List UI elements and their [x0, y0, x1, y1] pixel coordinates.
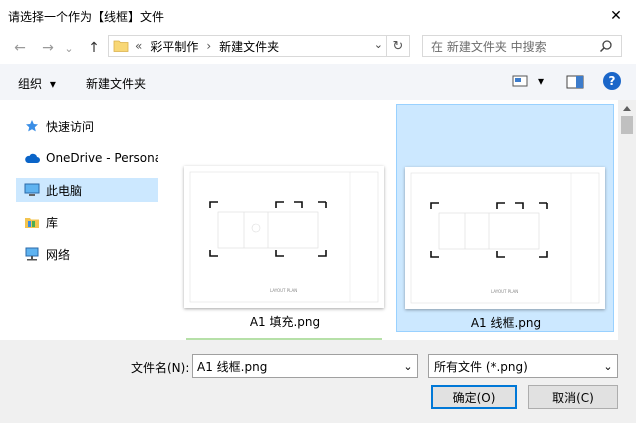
window-title: 请选择一个作为【线框】文件 [8, 10, 165, 24]
filename-label: 文件名(N): [131, 361, 190, 375]
up-button[interactable]: ↑ [84, 38, 104, 58]
cancel-button[interactable]: 取消(C) [528, 385, 618, 409]
file-thumbnail: LAYOUT PLAN [184, 166, 384, 308]
computer-icon [24, 182, 40, 198]
vertical-scrollbar[interactable] [618, 100, 636, 340]
organize-label: 组织 [18, 77, 43, 91]
up-arrow-icon: ↑ [88, 40, 100, 56]
refresh-icon: ↻ [392, 38, 404, 54]
sidebar-item-libraries[interactable]: 库 [16, 210, 158, 234]
filename-dropdown-icon[interactable]: ⌄ [399, 360, 417, 373]
breadcrumb-xinjianwenjianjia[interactable]: 新建文件夹 [219, 38, 279, 55]
organize-button[interactable]: 组织 ▾ [18, 75, 56, 92]
ok-button[interactable]: 确定(O) [431, 385, 517, 409]
filename-field[interactable]: A1 线框.png ⌄ [192, 354, 418, 378]
search-box[interactable]: 在 新建文件夹 中搜索 [422, 35, 622, 57]
breadcrumb-caipingzhizuo[interactable]: 彩平制作 [150, 38, 198, 55]
sidebar-item-label: 此电脑 [46, 183, 83, 198]
sidebar-item-quick-access[interactable]: 快速访问 [16, 114, 158, 138]
svg-text:LAYOUT PLAN: LAYOUT PLAN [491, 289, 518, 294]
sidebar-item-label: 库 [46, 215, 59, 230]
help-icon[interactable]: ? [603, 72, 621, 90]
address-overflow[interactable]: « [135, 39, 142, 53]
dropdown-arrow-icon: ▾ [49, 77, 56, 91]
filename-input[interactable]: A1 线框.png [197, 358, 399, 375]
close-button[interactable]: ✕ [596, 0, 636, 32]
file-name: A1 填充.png [249, 315, 321, 329]
file-thumbnail: LAYOUT PLAN [405, 167, 605, 309]
sidebar-item-network[interactable]: 网络 [16, 242, 158, 266]
search-input[interactable]: 在 新建文件夹 中搜索 [431, 38, 599, 55]
svg-text:LAYOUT PLAN: LAYOUT PLAN [270, 288, 297, 293]
close-icon: ✕ [610, 8, 622, 24]
folder-icon [113, 40, 129, 52]
sidebar-item-this-pc[interactable]: 此电脑 [16, 178, 158, 202]
view-dropdown-icon: ▾ [538, 74, 545, 88]
file-list: LAYOUT PLAN A1 填充.png LAYOUT PLAN A1 线框.… [166, 100, 618, 340]
view-mode-icon [512, 75, 528, 87]
cloud-icon [24, 150, 40, 166]
filetype-dropdown-icon: ⌄ [603, 359, 613, 373]
file-name: A1 线框.png [470, 316, 542, 330]
sidebar-item-label: 网络 [46, 247, 71, 262]
library-icon [24, 214, 40, 230]
file-item-selected[interactable]: LAYOUT PLAN A1 线框.png [396, 104, 614, 332]
filetype-value: 所有文件 (*.png) [434, 359, 528, 374]
new-folder-button[interactable]: 新建文件夹 [86, 75, 146, 92]
sidebar-item-label: OneDrive - Persona [46, 151, 158, 165]
view-button[interactable]: ▾ [512, 74, 544, 88]
breadcrumb-separator-icon[interactable]: › [206, 39, 211, 53]
file-item[interactable]: LAYOUT PLAN A1 填充.png [176, 104, 394, 332]
network-icon [24, 246, 40, 262]
scroll-up-icon[interactable] [618, 100, 636, 116]
address-bar[interactable]: « 彩平制作 › 新建文件夹 ⌄ ↻ [108, 35, 410, 57]
title-bar: 请选择一个作为【线框】文件 ✕ [0, 0, 636, 32]
back-button[interactable]: ← [10, 38, 30, 58]
search-icon[interactable] [599, 39, 613, 53]
address-dropdown-icon[interactable]: ⌄ [374, 38, 383, 51]
floor-plan-thumbnail-icon: LAYOUT PLAN [189, 171, 379, 303]
scroll-thumb[interactable] [621, 116, 633, 134]
command-toolbar: 组织 ▾ 新建文件夹 ▾ ? [0, 64, 636, 100]
recent-locations-button[interactable]: ⌄ [62, 38, 76, 58]
preview-pane-icon[interactable] [566, 75, 584, 89]
star-icon [24, 118, 40, 134]
back-arrow-icon: ← [14, 40, 26, 56]
refresh-button[interactable]: ↻ [386, 36, 409, 56]
sidebar-item-label: 快速访问 [46, 119, 95, 134]
navigation-pane: 快速访问 OneDrive - Persona 此电脑 库 网络 [0, 104, 166, 340]
forward-button[interactable]: → [38, 38, 58, 58]
floor-plan-thumbnail-icon: LAYOUT PLAN [410, 172, 600, 304]
filetype-select[interactable]: 所有文件 (*.png) ⌄ [428, 354, 618, 378]
sidebar-item-onedrive[interactable]: OneDrive - Persona [16, 146, 158, 170]
dialog-footer: 文件名(N): A1 线框.png ⌄ 所有文件 (*.png) ⌄ 确定(O)… [0, 340, 636, 423]
forward-arrow-icon: → [42, 40, 54, 56]
chevron-down-icon: ⌄ [64, 41, 74, 55]
